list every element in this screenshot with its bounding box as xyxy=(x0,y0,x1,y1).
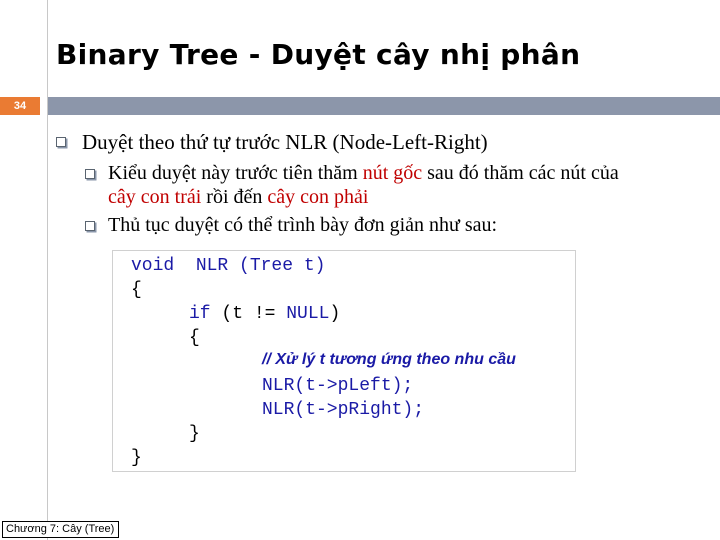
code-line-inner-close-brace: } xyxy=(189,424,200,444)
bullet-level2-text-line2: cây con trái rồi đến cây con phải xyxy=(108,186,369,208)
code-line-open-brace: { xyxy=(131,280,142,300)
code-line-recurse-left: NLR(t->pLeft); xyxy=(262,376,414,396)
code-line-close-brace: } xyxy=(131,448,142,468)
code-line-recurse-right: NLR(t->pRight); xyxy=(262,400,425,420)
bullet-level2-text: Thủ tục duyệt có thể trình bày đơn giản … xyxy=(108,214,498,236)
bullet-level1-text: Duyệt theo thứ tự trước NLR (Node-Left-R… xyxy=(82,130,488,154)
square-bullet-icon xyxy=(56,137,66,147)
code-line-if: if (t != NULL) xyxy=(189,304,341,324)
slide-title: Binary Tree - Duyệt cây nhị phân xyxy=(56,38,581,71)
highlight-left-subtree: cây con trái xyxy=(108,186,202,208)
footer-chapter-label: Chương 7: Cây (Tree) xyxy=(2,521,120,538)
code-line-inner-open-brace: { xyxy=(189,328,200,348)
code-comment: // Xử lý t tương ứng theo nhu cầu xyxy=(262,351,516,368)
bullet-level2-text-line1: Kiểu duyệt này trước tiên thăm nút gốc s… xyxy=(108,162,619,184)
square-bullet-icon xyxy=(85,221,95,231)
highlight-right-subtree: cây con phải xyxy=(267,186,369,208)
square-bullet-icon xyxy=(85,169,95,179)
highlight-root-node: nút gốc xyxy=(362,162,423,184)
left-margin-rule xyxy=(47,0,48,540)
header-band xyxy=(48,97,720,115)
page-number: 34 xyxy=(0,97,40,115)
code-line-signature: void NLR (Tree t) xyxy=(131,256,326,276)
